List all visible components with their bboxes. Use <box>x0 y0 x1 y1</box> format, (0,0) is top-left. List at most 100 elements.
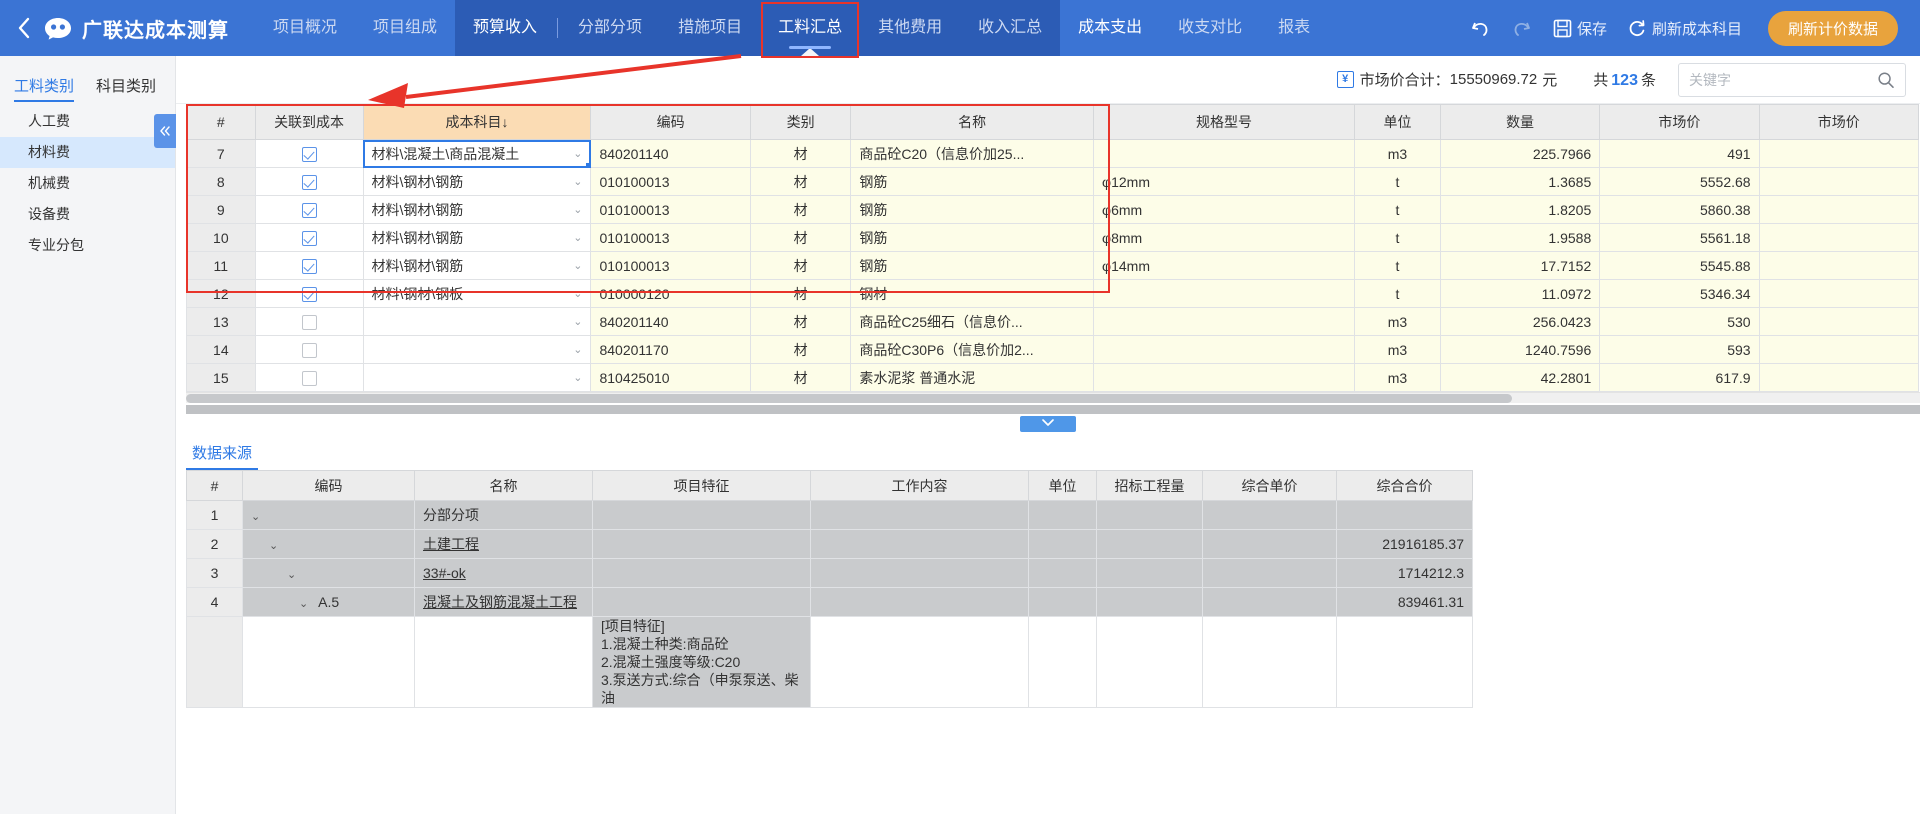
chevron-down-icon[interactable]: ⌄ <box>567 231 582 244</box>
cost-account-dropdown[interactable]: ⌄ <box>362 335 592 364</box>
row-code-cell[interactable]: ⌄ <box>242 500 415 530</box>
nav-item-reports[interactable]: 报表 <box>1260 0 1328 56</box>
checkbox-unchecked-icon[interactable] <box>301 342 317 358</box>
row-linked-checkbox-cell[interactable] <box>254 279 364 308</box>
sidebar-item-machinery-cost[interactable]: 机械费 <box>0 168 175 199</box>
search-icon[interactable] <box>1877 71 1895 89</box>
search-input[interactable] <box>1689 71 1877 88</box>
list-item[interactable]: 1 ⌄ 分部分项 <box>186 500 1473 530</box>
nav-item-divided-items[interactable]: 分部分项 <box>560 0 660 56</box>
table-row[interactable]: 14 ⌄ 840201170 材 商品砼C30P6（信息价加2... m3 12… <box>186 335 1920 364</box>
col-header-index[interactable]: # <box>186 470 243 501</box>
checkbox-unchecked-icon[interactable] <box>301 370 317 386</box>
cost-account-dropdown[interactable]: 材料\钢材\钢筋 ⌄ <box>362 167 592 196</box>
nav-item-other-fees[interactable]: 其他费用 <box>860 0 960 56</box>
undo-button[interactable] <box>1459 10 1501 46</box>
checkbox-checked-icon[interactable] <box>301 202 317 218</box>
row-code-cell[interactable]: ⌄ <box>242 558 415 588</box>
grid-horizontal-scrollbar-secondary[interactable] <box>186 405 1920 414</box>
cost-account-dropdown[interactable]: ⌄ <box>362 363 592 392</box>
nav-item-cost-expenditure[interactable]: 成本支出 <box>1060 0 1160 56</box>
sidebar-item-material-cost[interactable]: 材料费 <box>0 137 175 168</box>
chevron-down-icon[interactable]: ⌄ <box>567 203 582 216</box>
panel-collapse-button[interactable] <box>1020 416 1076 432</box>
col-header-project-feature[interactable]: 项目特征 <box>592 470 811 501</box>
nav-item-measure-items[interactable]: 措施项目 <box>660 0 760 56</box>
row-linked-checkbox-cell[interactable] <box>254 335 364 364</box>
col-header-linked-to-cost[interactable]: 关联到成本 <box>254 104 364 140</box>
col-header-total-price[interactable]: 综合合价 <box>1336 470 1473 501</box>
table-row[interactable]: 9 材料\钢材\钢筋 ⌄ 010100013 材 钢筋 φ6mm t 1.8205… <box>186 195 1920 224</box>
nav-item-budget-income[interactable]: 预算收入 <box>455 0 555 56</box>
row-linked-checkbox-cell[interactable] <box>254 307 364 336</box>
table-row[interactable]: 8 材料\钢材\钢筋 ⌄ 010100013 材 钢筋 φ12mm t 1.368… <box>186 167 1920 196</box>
col-header-quantity[interactable]: 数量 <box>1439 104 1601 140</box>
tab-data-source[interactable]: 数据来源 <box>186 442 259 470</box>
col-header-unit-price[interactable]: 综合单价 <box>1202 470 1337 501</box>
chevron-down-icon[interactable]: ⌄ <box>567 315 582 328</box>
chevron-down-icon[interactable]: ⌄ <box>567 371 582 384</box>
col-header-name[interactable]: 名称 <box>414 470 593 501</box>
nav-item-material-summary[interactable]: 工料汇总 <box>760 0 860 58</box>
sidebar-collapse-button[interactable] <box>154 114 176 148</box>
row-linked-checkbox-cell[interactable] <box>254 167 364 196</box>
checkbox-checked-icon[interactable] <box>301 258 317 274</box>
chevron-down-icon[interactable]: ⌄ <box>269 539 278 552</box>
checkbox-checked-icon[interactable] <box>301 230 317 246</box>
checkbox-checked-icon[interactable] <box>301 146 317 162</box>
chevron-down-icon[interactable]: ⌄ <box>251 510 260 523</box>
sidebar-tab-account-category[interactable]: 科目类别 <box>96 75 156 102</box>
row-linked-checkbox-cell[interactable] <box>254 363 364 392</box>
cost-account-dropdown[interactable]: 材料\钢材\钢筋 ⌄ <box>362 251 592 280</box>
cost-account-dropdown[interactable]: ⌄ <box>362 307 592 336</box>
nav-item-project-composition[interactable]: 项目组成 <box>355 0 455 56</box>
col-header-market-price[interactable]: 市场价 <box>1599 104 1760 140</box>
nav-item-project-overview[interactable]: 项目概况 <box>255 0 355 56</box>
col-header-index[interactable]: # <box>186 104 256 140</box>
row-code-cell[interactable]: ⌄ A.5 <box>242 587 415 617</box>
col-header-code[interactable]: 编码 <box>242 470 415 501</box>
back-button[interactable] <box>0 0 40 56</box>
row-linked-checkbox-cell[interactable] <box>254 139 364 168</box>
redo-button[interactable] <box>1501 10 1543 46</box>
cost-account-dropdown[interactable]: 材料\钢材\钢板 ⌄ <box>362 279 592 308</box>
checkbox-unchecked-icon[interactable] <box>301 314 317 330</box>
search-box[interactable] <box>1678 62 1906 97</box>
row-linked-checkbox-cell[interactable] <box>254 223 364 252</box>
col-header-cost-account[interactable]: 成本科目↓ <box>362 104 592 140</box>
table-row[interactable]: 13 ⌄ 840201140 材 商品砼C25细石（信息价... m3 256.… <box>186 307 1920 336</box>
chevron-down-icon[interactable]: ⌄ <box>567 175 582 188</box>
sidebar-tab-material-category[interactable]: 工料类别 <box>14 75 75 102</box>
sidebar-item-equipment-cost[interactable]: 设备费 <box>0 199 175 230</box>
col-header-bid-quantity[interactable]: 招标工程量 <box>1096 470 1203 501</box>
sidebar-item-professional-subcontract[interactable]: 专业分包 <box>0 230 175 261</box>
col-header-category[interactable]: 类别 <box>749 104 852 140</box>
chevron-down-icon[interactable]: ⌄ <box>567 343 582 356</box>
chevron-down-icon[interactable]: ⌄ <box>287 568 296 581</box>
nav-item-income-summary[interactable]: 收入汇总 <box>960 0 1060 56</box>
cost-account-dropdown[interactable]: 材料\钢材\钢筋 ⌄ <box>362 195 592 224</box>
row-code-cell[interactable]: ⌄ <box>242 529 415 559</box>
grid-horizontal-scrollbar[interactable] <box>186 392 1920 403</box>
list-item[interactable]: 4 ⌄ A.5 混凝土及钢筋混凝土工程 839461.31 <box>186 587 1473 617</box>
checkbox-checked-icon[interactable] <box>301 286 317 302</box>
refresh-cost-account-button[interactable]: 刷新成本科目 <box>1617 10 1752 46</box>
cost-account-dropdown[interactable]: 材料\钢材\钢筋 ⌄ <box>362 223 592 252</box>
col-header-unit[interactable]: 单位 <box>1354 104 1441 140</box>
table-row[interactable]: 7 材料\混凝土\商品混凝土 ⌄ 840201140 材 商品砼C20（信息价加… <box>186 139 1920 168</box>
chevron-down-icon[interactable]: ⌄ <box>567 287 582 300</box>
scrollbar-thumb[interactable] <box>186 394 1512 403</box>
list-item[interactable]: 2 ⌄ 土建工程 21916185.37 <box>186 529 1473 559</box>
table-row[interactable]: 12 材料\钢材\钢板 ⌄ 010000120 材 钢材 t 11.0972 53… <box>186 279 1920 308</box>
col-header-code[interactable]: 编码 <box>590 104 751 140</box>
row-linked-checkbox-cell[interactable] <box>254 251 364 280</box>
table-row[interactable]: 15 ⌄ 810425010 材 素水泥浆 普通水泥 m3 42.2801 61… <box>186 363 1920 392</box>
col-header-unit[interactable]: 单位 <box>1028 470 1097 501</box>
table-row[interactable]: 11 材料\钢材\钢筋 ⌄ 010100013 材 钢筋 φ14mm t 17.7… <box>186 251 1920 280</box>
chevron-down-icon[interactable]: ⌄ <box>567 147 582 160</box>
checkbox-checked-icon[interactable] <box>301 174 317 190</box>
nav-item-income-expense-compare[interactable]: 收支对比 <box>1160 0 1260 56</box>
list-item[interactable]: [项目特征] 1.混凝土种类:商品砼 2.混凝土强度等级:C20 3.泵送方式:… <box>186 616 1473 708</box>
col-header-name[interactable]: 名称 <box>850 104 1095 140</box>
chevron-down-icon[interactable]: ⌄ <box>567 259 582 272</box>
